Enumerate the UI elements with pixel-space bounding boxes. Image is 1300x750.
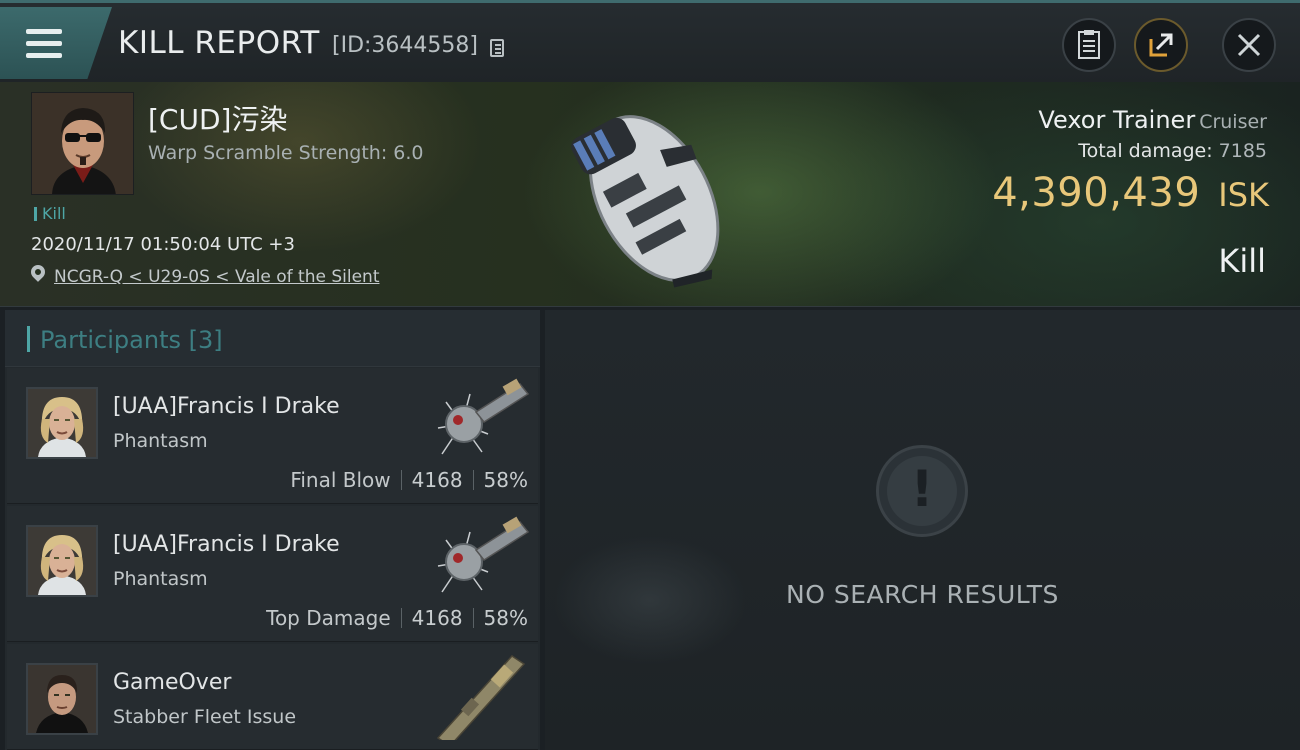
participant-ship: Phantasm <box>113 430 208 452</box>
participant-portrait-image <box>28 665 96 733</box>
kill-type-tag: Kill <box>34 204 66 223</box>
participant-portrait-image <box>28 527 96 595</box>
results-area: ! NO SEARCH RESULTS <box>545 310 1300 750</box>
isk-unit: ISK <box>1218 176 1269 214</box>
final-blow-tag: Final Blow <box>290 468 391 492</box>
participants-title: Participants [3] <box>27 326 223 354</box>
page-title: KILL REPORT <box>118 25 320 61</box>
participant-row[interactable]: GameOver Stabber Fleet Issue <box>7 644 538 750</box>
victim-ship-name[interactable]: Vexor Trainer <box>1038 106 1195 134</box>
weapon-icon <box>437 378 530 455</box>
victim-ship-class: Cruiser <box>1199 111 1267 133</box>
divider <box>400 470 402 490</box>
participant-ship: Stabber Fleet Issue <box>113 706 297 728</box>
victim-name[interactable]: [CUD]污染 <box>148 98 287 138</box>
hamburger-icon-bar <box>26 41 62 46</box>
empty-state-message: NO SEARCH RESULTS <box>786 580 1059 609</box>
total-damage-line: Total damage: 7185 <box>1078 140 1267 162</box>
share-button[interactable] <box>1134 18 1188 72</box>
location-pin-icon <box>28 262 48 282</box>
participants-title-text: Participants <box>40 326 181 354</box>
avatar[interactable] <box>26 387 98 459</box>
top-bar: KILL REPORT [ID:3644558] <box>0 0 1300 82</box>
participant-name[interactable]: [UAA]Francis I Drake <box>113 394 340 419</box>
participants-count: [3] <box>188 326 223 354</box>
weapon-icon <box>436 655 526 740</box>
kill-datetime: 2020/11/17 01:50:04 UTC +3 <box>31 234 295 255</box>
participant-stats: Final Blow 4168 58% <box>290 468 528 492</box>
close-icon <box>1237 33 1261 57</box>
close-button[interactable] <box>1222 18 1276 72</box>
participant-name[interactable]: [UAA]Francis I Drake <box>113 532 340 557</box>
total-damage-label: Total damage: <box>1078 140 1213 162</box>
participants-header: Participants [3] <box>5 310 540 367</box>
participant-row[interactable]: [UAA]Francis I Drake Phantasm Final Blow… <box>7 368 538 504</box>
share-icon <box>1149 33 1173 57</box>
divider <box>472 470 474 490</box>
hamburger-icon <box>26 29 62 34</box>
ship-image <box>571 115 720 288</box>
total-damage-value: 7185 <box>1218 140 1267 162</box>
participant-damage: 4168 <box>411 468 463 492</box>
participant-percent: 58% <box>483 606 528 630</box>
report-id: [ID:3644558] <box>332 33 478 58</box>
warp-scramble-strength: Warp Scramble Strength: 6.0 <box>148 142 424 164</box>
participants-panel: Participants [3] [UAA]Francis I Drake Ph… <box>5 310 540 750</box>
participant-row[interactable]: [UAA]Francis I Drake Phantasm Top Damage… <box>7 506 538 642</box>
menu-button[interactable] <box>0 7 112 79</box>
victim-ship-line: Vexor Trainer Cruiser <box>1038 106 1267 134</box>
victim-portrait-image <box>32 93 133 194</box>
isk-line: 4,390,439 ISK <box>992 170 1269 216</box>
victim-avatar[interactable] <box>31 92 134 195</box>
report-document-button[interactable] <box>1062 18 1116 72</box>
participant-portrait-image <box>28 389 96 457</box>
participant-stats: Top Damage 4168 58% <box>266 606 528 630</box>
exclamation-icon: ! <box>876 445 968 537</box>
victim-banner: [CUD]污染 Warp Scramble Strength: 6.0 Kill… <box>0 82 1300 307</box>
avatar[interactable] <box>26 663 98 735</box>
participant-damage: 4168 <box>411 606 463 630</box>
participant-percent: 58% <box>483 468 528 492</box>
isk-value: 4,390,439 <box>992 170 1201 216</box>
kill-result: Kill <box>1218 242 1266 280</box>
avatar[interactable] <box>26 525 98 597</box>
location-link[interactable]: NCGR-Q < U29-0S < Vale of the Silent <box>54 267 379 287</box>
document-icon <box>1078 30 1100 59</box>
weapon-icon <box>437 516 530 593</box>
divider <box>400 608 402 628</box>
participant-name[interactable]: GameOver <box>113 670 231 695</box>
divider <box>472 608 474 628</box>
participant-ship: Phantasm <box>113 568 208 590</box>
hamburger-icon-bar <box>26 53 62 58</box>
copy-icon[interactable] <box>490 39 504 57</box>
top-damage-tag: Top Damage <box>266 606 391 630</box>
